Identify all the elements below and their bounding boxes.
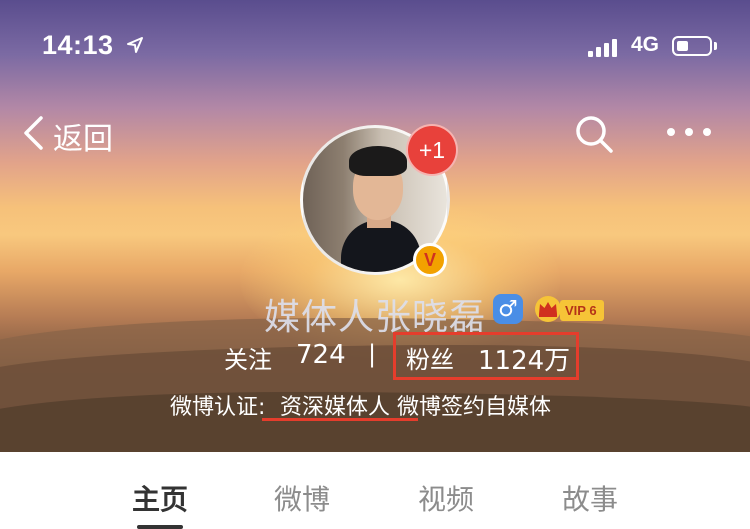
status-bar: 14:13 4G bbox=[0, 30, 750, 64]
tab-home[interactable]: 主页 bbox=[132, 478, 188, 518]
notification-badge: +1 bbox=[406, 124, 458, 176]
stats-divider: | bbox=[368, 340, 377, 368]
battery-icon bbox=[672, 36, 712, 56]
chevron-left-icon bbox=[24, 116, 43, 150]
search-icon[interactable] bbox=[573, 113, 615, 155]
active-tab-indicator bbox=[137, 525, 183, 529]
more-icon[interactable] bbox=[665, 122, 713, 142]
crown-icon bbox=[535, 296, 561, 322]
certification-underline bbox=[262, 418, 418, 421]
profile-tabs: 主页 微博 视频 故事 bbox=[0, 452, 750, 529]
status-time: 14:13 bbox=[42, 30, 114, 60]
certification-value: 资深媒体人 微博签约自媒体 bbox=[280, 395, 551, 420]
follow-count[interactable]: 724 bbox=[296, 340, 346, 370]
vip-badge[interactable]: VIP 6 bbox=[560, 300, 604, 321]
tab-story[interactable]: 故事 bbox=[562, 478, 618, 518]
fans-highlight-box bbox=[393, 332, 579, 380]
location-arrow-icon bbox=[127, 37, 143, 53]
profile-header: 14:13 4G 返回 +1 V 媒体人张晓磊 ♂ VIP 6 关注 724 |… bbox=[0, 0, 750, 452]
male-gender-icon: ♂ bbox=[493, 294, 523, 324]
tab-weibo[interactable]: 微博 bbox=[274, 478, 330, 518]
follow-label[interactable]: 关注 bbox=[224, 340, 272, 375]
back-label: 返回 bbox=[53, 122, 113, 157]
verified-badge-icon: V bbox=[413, 243, 447, 277]
tab-video[interactable]: 视频 bbox=[418, 478, 474, 518]
battery-cap bbox=[714, 42, 717, 50]
network-type: 4G bbox=[631, 33, 660, 56]
signal-icon bbox=[588, 37, 622, 57]
certification-label: 微博认证: bbox=[170, 395, 266, 420]
